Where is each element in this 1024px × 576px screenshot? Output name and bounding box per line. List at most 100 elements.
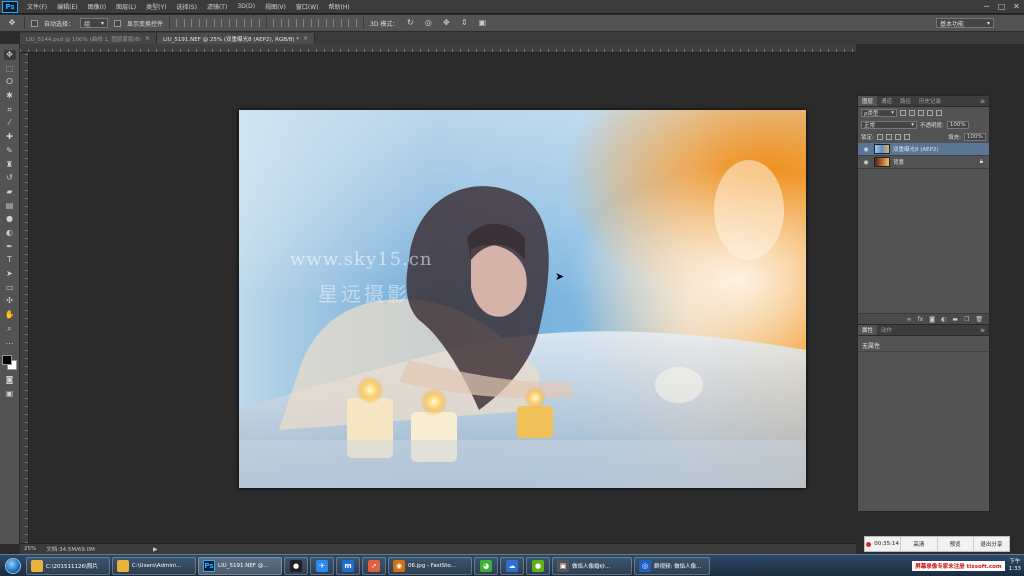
taskbar-item-sync[interactable]: ☁ [500, 556, 524, 575]
filter-shape-icon[interactable] [927, 110, 933, 116]
new-layer-icon[interactable]: ❐ [964, 316, 969, 323]
opacity-input[interactable]: 100% [946, 121, 969, 129]
menu-select[interactable]: 选择(S) [171, 2, 202, 11]
menu-filter[interactable]: 滤镜(T) [202, 2, 232, 11]
shape-tool-icon[interactable]: ▭ [4, 283, 16, 293]
panel-menu-icon[interactable]: ≡ [976, 96, 989, 106]
menu-type[interactable]: 类型(Y) [141, 2, 171, 11]
taskbar-item-green-app[interactable]: ● [526, 556, 550, 575]
preview-button[interactable]: 预览 [938, 537, 974, 551]
menu-3d[interactable]: 3D(D) [232, 3, 260, 10]
move-tool-preset-icon[interactable]: ✥ [6, 18, 18, 28]
menu-view[interactable]: 视图(V) [260, 2, 291, 11]
lock-all-icon[interactable] [903, 134, 910, 140]
hand-tool-icon[interactable]: ✋ [4, 310, 16, 320]
more-tools-icon[interactable]: … [4, 337, 16, 347]
3d-tool-icon[interactable]: ✣ [4, 296, 16, 306]
vertical-ruler[interactable] [20, 53, 29, 543]
adjustment-icon[interactable]: ◐ [941, 316, 946, 323]
filter-type-icon[interactable] [918, 110, 924, 116]
fill-input[interactable]: 100% [964, 133, 986, 141]
taskbar-item-photoshop[interactable]: Ps LIU_5191.NEF @... [198, 556, 282, 575]
align-top-icon[interactable] [176, 19, 186, 27]
taskbar-item-arrow-app[interactable]: ➚ [362, 556, 386, 575]
taskbar-item-folder-users[interactable]: C:\Users\Admini... [112, 556, 196, 575]
minimize-button[interactable]: ─ [979, 1, 994, 13]
align-right-icon[interactable] [251, 19, 261, 27]
tab-liu-5144[interactable]: LIU_5144.psd @ 100% (曲线 1, 图层蒙版/8) × [20, 33, 157, 44]
align-hcenter-icon[interactable] [236, 19, 246, 27]
3d-roll-icon[interactable]: ◎ [422, 18, 434, 28]
lasso-tool-icon[interactable]: ⵔ [4, 77, 16, 87]
auto-select-checkbox[interactable] [31, 19, 38, 27]
menu-file[interactable]: 文件(F) [22, 2, 52, 11]
tab-history[interactable]: 历史记录 [915, 96, 945, 106]
distribute-hcenter-icon[interactable] [333, 19, 343, 27]
menu-layer[interactable]: 图层(L) [111, 2, 141, 11]
healing-brush-tool-icon[interactable]: ✚ [4, 132, 16, 142]
fx-icon[interactable]: fx [918, 316, 924, 323]
tab-liu-5191[interactable]: LIU_5191.NEF @ 25% (双重曝光8 (AEP2), RGB/8)… [156, 33, 316, 44]
distribute-bottom-icon[interactable] [303, 19, 313, 27]
distribute-vcenter-icon[interactable] [288, 19, 298, 27]
maximize-button[interactable]: □ [994, 1, 1009, 13]
3d-slide-icon[interactable]: ⇕ [458, 18, 470, 28]
show-transform-checkbox[interactable] [114, 19, 122, 27]
3d-pan-icon[interactable]: ✥ [440, 18, 452, 28]
blur-tool-icon[interactable]: ● [4, 214, 16, 224]
taskbar-item-wechat[interactable]: ◕ [474, 556, 498, 575]
auto-select-dropdown[interactable]: 组 ▾ [80, 18, 109, 28]
brush-tool-icon[interactable]: ✎ [4, 146, 16, 156]
close-window-button[interactable]: ✕ [1009, 1, 1024, 13]
distribute-right-icon[interactable] [348, 19, 358, 27]
marquee-tool-icon[interactable]: ⬚ [4, 64, 16, 74]
taskbar-item-qq[interactable]: ● [284, 556, 308, 575]
align-vcenter-icon[interactable] [191, 19, 201, 27]
foreground-color-swatch[interactable] [1, 355, 12, 366]
eye-icon[interactable]: ◉ [861, 159, 871, 166]
link-icon[interactable]: ∞ [907, 316, 912, 323]
quick-mask-icon[interactable]: ◙ [4, 375, 16, 385]
screen-mode-icon[interactable]: ▣ [4, 389, 16, 399]
tab-layers[interactable]: 图层 [858, 96, 878, 106]
clock[interactable]: 下午 1:33 [1009, 559, 1021, 572]
zoom-level[interactable]: 25% [24, 546, 36, 552]
status-menu-arrow-icon[interactable]: ▶ [153, 546, 158, 553]
layer-row[interactable]: ◉ 双重曝光8 (AEP2) [858, 143, 989, 156]
folder-icon[interactable]: ▬ [952, 316, 958, 323]
workspace-dropdown[interactable]: 基本功能 ▾ [936, 18, 994, 28]
align-left-icon[interactable] [221, 19, 231, 27]
gradient-tool-icon[interactable]: ▤ [4, 201, 16, 211]
eyedropper-tool-icon[interactable]: ⁄ [4, 118, 16, 128]
filter-smart-object-icon[interactable] [936, 110, 942, 116]
lock-transparent-icon[interactable] [876, 134, 883, 140]
3d-rotate-icon[interactable]: ↻ [404, 18, 416, 28]
path-selection-tool-icon[interactable]: ➤ [4, 269, 16, 279]
magic-wand-tool-icon[interactable]: ✱ [4, 91, 16, 101]
horizontal-ruler[interactable] [20, 44, 856, 53]
eye-icon[interactable]: ◉ [861, 146, 871, 153]
move-tool-icon[interactable]: ✥ [3, 50, 16, 60]
align-bottom-icon[interactable] [206, 19, 216, 27]
taskbar-item-m-app[interactable]: m [336, 556, 360, 575]
zoom-tool-icon[interactable]: ⌕ [4, 324, 16, 334]
distribute-top-icon[interactable] [273, 19, 283, 27]
dodge-tool-icon[interactable]: ◐ [4, 228, 16, 238]
tab-actions[interactable]: 动作 [877, 325, 896, 335]
mask-icon[interactable]: ◙ [929, 316, 935, 323]
menu-edit[interactable]: 编辑(E) [52, 2, 82, 11]
panel-menu-icon[interactable]: ≡ [976, 325, 989, 335]
taskbar-item-video-chat[interactable]: ◎ 群视频: 做馅人像... [634, 556, 710, 575]
clone-stamp-tool-icon[interactable]: ♜ [4, 160, 16, 170]
eraser-tool-icon[interactable]: ▰ [4, 187, 16, 197]
crop-tool-icon[interactable]: ⌗ [4, 105, 16, 115]
taskbar-item-folder-photos[interactable]: C:\201511126\照片 [26, 556, 110, 575]
tab-properties[interactable]: 属性 [858, 325, 878, 335]
close-icon[interactable]: × [145, 35, 150, 42]
menu-image[interactable]: 图像(I) [83, 2, 111, 11]
blend-mode-dropdown[interactable]: 正常 ▾ [861, 121, 917, 129]
tab-paths[interactable]: 路径 [896, 96, 915, 106]
3d-scale-icon[interactable]: ▣ [476, 18, 488, 28]
taskbar-item-portrait-group[interactable]: ▣ 做馅人像婚纱... [552, 556, 632, 575]
recorder-unregistered-banner[interactable]: 屏幕录像专家未注册 tlxsoft.com [912, 560, 1005, 571]
